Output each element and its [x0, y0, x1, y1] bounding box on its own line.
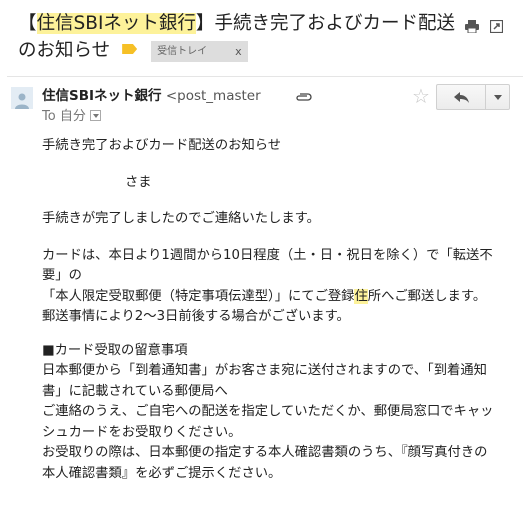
body-delivery-method-b: 所へご郵送します。	[367, 288, 487, 304]
body-delivery-method-highlight: 住	[354, 288, 368, 304]
message-actions	[464, 18, 504, 34]
body-completion-notice: 手続きが完了しましたのでご連絡いたします。	[42, 211, 320, 226]
body-section-line1: 日本郵便から「到着通知書」がお客さま宛に送付されますので、「到着通知書」に記載さ…	[42, 363, 487, 399]
reply-button-group	[436, 84, 510, 110]
sender-line: 住信SBIネット銀行 <post_master	[42, 87, 312, 107]
body-section-title: ■カード受取の留意事項	[42, 342, 188, 358]
star-icon[interactable]: ☆	[412, 84, 430, 108]
body-salutation: さま	[125, 174, 152, 190]
person-icon	[11, 87, 33, 109]
reply-button[interactable]	[436, 84, 486, 110]
email-body: 手続き完了およびカード配送のお知らせ さま 手続きが完了しましたのでご連絡いたし…	[42, 136, 498, 484]
paperclip-icon	[295, 89, 312, 107]
body-delivery-method: 「本人限定受取郵便（特定事項伝達型）」にてご登録住所へご郵送します。	[42, 287, 498, 308]
remove-label-button[interactable]: x	[235, 38, 242, 65]
subject-line1-rest: 手続き完了およびカード配送	[214, 13, 455, 34]
inbox-label-text: 受信トレイ	[157, 46, 208, 57]
body-delivery-schedule: カードは、本日より1週間から10日程度（土・日・祝日を除く）で「転送不要」の	[42, 247, 493, 284]
label-tag-icon[interactable]	[122, 44, 138, 54]
sender-email: <post_master	[165, 88, 261, 104]
to-prefix: To	[42, 109, 56, 124]
email-subject: 【住信SBIネット銀行】手続き完了およびカード配送 のお知らせ 受信トレイ x	[18, 10, 458, 64]
body-section-line3: お受取りの際は、日本郵便の指定する本人確認書類のうち、『顔写真付きの本人確認書類…	[42, 445, 488, 481]
body-delivery-method-a: 「本人限定受取郵便（特定事項伝達型）」にてご登録	[42, 288, 355, 304]
subject-line2: のお知らせ	[18, 40, 111, 61]
chevron-down-icon	[493, 94, 502, 100]
subject-open-bracket: 【	[18, 13, 37, 34]
inbox-label[interactable]: 受信トレイ x	[151, 41, 248, 62]
new-window-icon[interactable]	[488, 18, 504, 34]
more-options-button[interactable]	[486, 84, 510, 110]
reply-arrow-icon	[453, 88, 469, 107]
header-divider	[7, 76, 523, 77]
sender-name[interactable]: 住信SBIネット銀行	[42, 88, 162, 104]
body-title: 手続き完了およびカード配送のお知らせ	[42, 138, 282, 153]
recipient-line: To 自分	[42, 108, 101, 126]
subject-close-bracket: 】	[195, 13, 215, 34]
body-section-line2: ご連絡のうえ、ご自宅への配送を指定していただくか、郵便局窓口でキャッシュカードを…	[42, 404, 494, 440]
to-value: 自分	[59, 109, 86, 124]
body-delivery-delay: 郵送事情により2〜3日前後する場合がございます。	[42, 309, 350, 324]
recipient-details-dropdown[interactable]	[89, 110, 101, 121]
print-icon[interactable]	[464, 18, 480, 34]
subject-bank-name: 住信SBIネット銀行	[36, 13, 196, 34]
